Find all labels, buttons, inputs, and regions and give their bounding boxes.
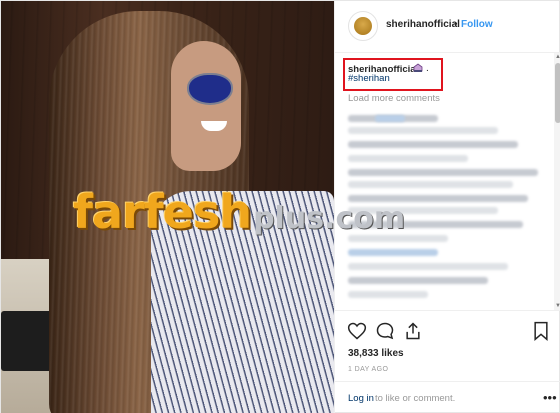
comment-icon[interactable] <box>375 321 395 341</box>
watermark-brand: farfesh <box>73 185 252 239</box>
blurred-comment <box>348 169 538 176</box>
share-icon[interactable] <box>403 321 423 341</box>
load-more-comments[interactable]: Load more comments <box>348 93 440 104</box>
header-username[interactable]: sherihanofficial <box>386 19 460 30</box>
logo-icon <box>354 17 372 35</box>
comments-section: sherihanofficial . #sherihan Load more c… <box>335 53 560 310</box>
login-row: Log in to like or comment. ••• <box>335 381 560 413</box>
heart-icon[interactable] <box>347 321 367 341</box>
blurred-comment <box>348 263 508 270</box>
watermark-suffix: plus.com <box>253 201 406 236</box>
blurred-comment <box>348 127 498 134</box>
scroll-thumb[interactable] <box>555 63 560 123</box>
follow-button[interactable]: Follow <box>461 19 493 30</box>
blurred-comment <box>348 155 468 162</box>
blurred-comment <box>375 115 405 122</box>
more-options-icon[interactable]: ••• <box>543 390 557 405</box>
watermark-logo: farfeshplus.com <box>73 185 473 239</box>
login-link[interactable]: Log in <box>348 393 374 404</box>
blurred-comment <box>348 291 428 298</box>
post-date[interactable]: 1 DAY AGO <box>348 366 388 373</box>
comments-scrollbar[interactable]: ▲ ▼ <box>554 53 560 310</box>
avatar[interactable] <box>348 11 378 41</box>
separator-dot: • <box>454 19 458 30</box>
face <box>171 41 241 171</box>
hashtag-link[interactable]: #sherihan <box>348 73 390 84</box>
likes-count[interactable]: 38,833 likes <box>348 348 404 359</box>
blurred-comment <box>348 141 518 148</box>
blurred-comment <box>348 249 438 256</box>
scroll-up-arrow-icon[interactable]: ▲ <box>554 53 560 61</box>
bookmark-icon[interactable] <box>531 321 551 341</box>
blurred-comment <box>348 277 488 284</box>
sunglasses <box>187 73 233 105</box>
login-prompt-text: to like or comment. <box>375 393 456 404</box>
gem-ring-icon <box>413 63 423 72</box>
post-header: sherihanofficial • Follow <box>335 1 560 53</box>
instagram-post: farfeshplus.com sherihanofficial • Follo… <box>0 0 560 413</box>
scroll-down-arrow-icon[interactable]: ▼ <box>554 302 560 310</box>
post-actions: 38,833 likes 1 DAY AGO Log in to like or… <box>335 310 560 413</box>
caption-dot: . <box>426 63 429 74</box>
